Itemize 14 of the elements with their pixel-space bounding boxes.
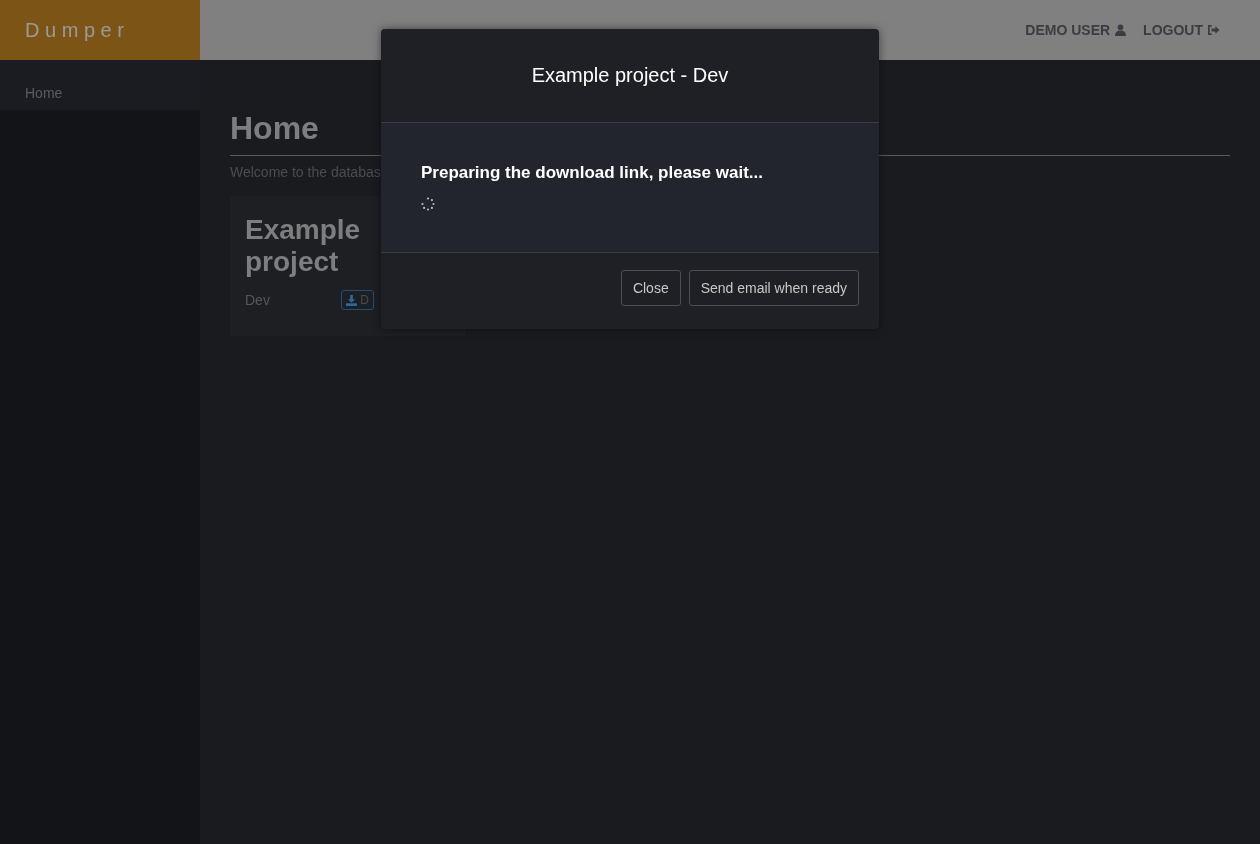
sidebar-item[interactable]: Home <box>0 60 200 110</box>
brand-logo: D u m p e r <box>0 0 200 60</box>
logout-icon <box>1207 24 1220 36</box>
environment-label: Dev <box>245 292 270 308</box>
user-link[interactable]: DEMO USER <box>1025 22 1128 38</box>
modal-title: Example project - Dev <box>531 64 729 87</box>
modal-message: Preparing the download link, please wait... <box>421 163 764 183</box>
close-button[interactable]: Close <box>620 270 681 306</box>
project-title: Example project <box>245 214 362 278</box>
send-email-button[interactable]: Send email when ready <box>688 270 859 306</box>
spinner-icon <box>421 197 435 211</box>
logout-link[interactable]: LOGOUT <box>1143 22 1220 38</box>
user-icon <box>1114 24 1128 36</box>
download-icon <box>346 294 358 306</box>
